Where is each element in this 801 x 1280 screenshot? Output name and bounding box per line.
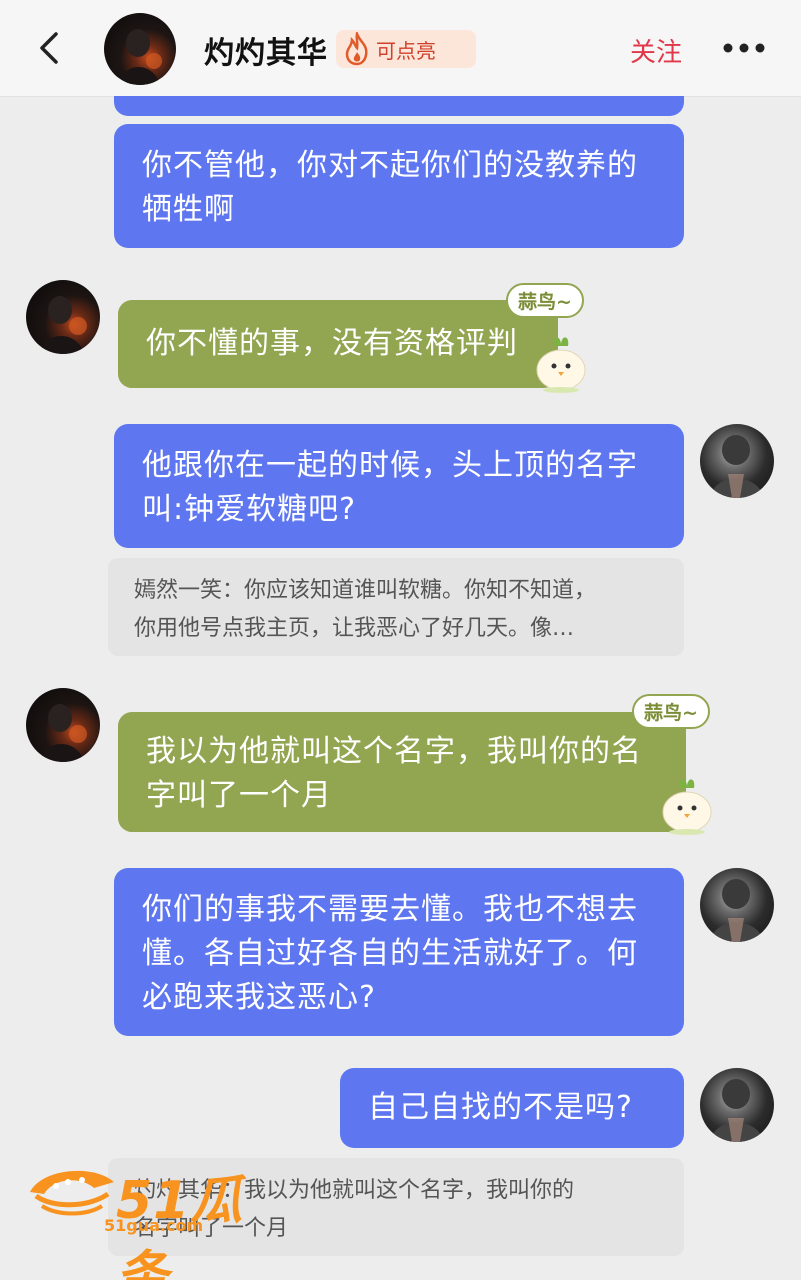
- message-line: 叫:钟爱软糖吧?: [142, 492, 357, 527]
- quote-line: 你用他号点我主页，让我恶心了好几天。像…: [134, 616, 575, 641]
- avatar-image: [40, 704, 87, 762]
- chat-header: 灼灼其华 可点亮 关注: [0, 0, 801, 97]
- message-line: 你不懂的事，没有资格评判: [146, 326, 518, 361]
- more-options-button[interactable]: [722, 40, 766, 56]
- avatar-image: [710, 435, 764, 498]
- watermark: 51瓜条 51gua.com: [24, 1158, 284, 1280]
- message-line: 你不管他，你对不起你们的没教养的: [142, 148, 638, 183]
- message-line: 我以为他就叫这个名字，我叫你的名: [146, 734, 642, 769]
- sticker-tag: 蒜鸟~: [632, 694, 710, 729]
- contact-avatar[interactable]: [26, 688, 100, 762]
- user-avatar[interactable]: [700, 868, 774, 942]
- quote-line: 嫣然一笑：你应该知道谁叫软糖。你知不知道，: [134, 578, 597, 603]
- sticker-tag: 蒜鸟~: [506, 283, 584, 318]
- chick-sticker-icon: [536, 337, 586, 393]
- message-line: 字叫了一个月: [146, 778, 332, 813]
- message-line: 必跑来我这恶心?: [142, 980, 376, 1015]
- watermelon-logo-icon: [30, 1170, 114, 1216]
- message-line: 牺牲啊: [142, 192, 235, 227]
- user-avatar[interactable]: [700, 424, 774, 498]
- contact-avatar[interactable]: [26, 280, 100, 354]
- badge-label: 可点亮: [376, 38, 436, 63]
- follow-button[interactable]: 关注: [630, 32, 682, 69]
- chick-sticker-icon: [662, 779, 712, 835]
- more-dots-icon: [723, 43, 765, 53]
- message-bubble[interactable]: 自己自找的不是吗?: [340, 1068, 684, 1148]
- avatar-image: [40, 296, 87, 354]
- quoted-message[interactable]: 嫣然一笑：你应该知道谁叫软糖。你知不知道， 你用他号点我主页，让我恶心了好几天。…: [108, 558, 684, 656]
- chevron-left-icon: [40, 32, 58, 64]
- message-bubble[interactable]: 他跟你在一起的时候，头上顶的名字 叫:钟爱软糖吧?: [114, 424, 684, 548]
- light-up-badge[interactable]: 可点亮: [336, 30, 476, 68]
- message-bubble-partial: [114, 96, 684, 116]
- message-line: 他跟你在一起的时候，头上顶的名字: [142, 448, 638, 483]
- message-bubble[interactable]: 你不懂的事，没有资格评判: [118, 300, 558, 388]
- message-line: 自己自找的不是吗?: [368, 1090, 633, 1125]
- avatar-image: [710, 879, 764, 942]
- message-line: 你们的事我不需要去懂。我也不想去: [142, 892, 638, 927]
- user-avatar[interactable]: [700, 1068, 774, 1142]
- watermark-url: 51gua.com: [104, 1216, 204, 1235]
- contact-avatar[interactable]: [104, 13, 176, 85]
- back-button[interactable]: [30, 26, 70, 70]
- message-bubble[interactable]: 我以为他就叫这个名字，我叫你的名 字叫了一个月: [118, 712, 686, 832]
- message-bubble[interactable]: 你们的事我不需要去懂。我也不想去 懂。各自过好各自的生活就好了。何 必跑来我这恶…: [114, 868, 684, 1036]
- avatar-image: [710, 1079, 764, 1142]
- fire-icon: [345, 32, 368, 66]
- message-bubble[interactable]: 你不管他，你对不起你们的没教养的 牺牲啊: [114, 124, 684, 248]
- message-line: 懂。各自过好各自的生活就好了。何: [142, 936, 638, 971]
- contact-name: 灼灼其华: [204, 36, 328, 71]
- avatar-image: [120, 29, 162, 85]
